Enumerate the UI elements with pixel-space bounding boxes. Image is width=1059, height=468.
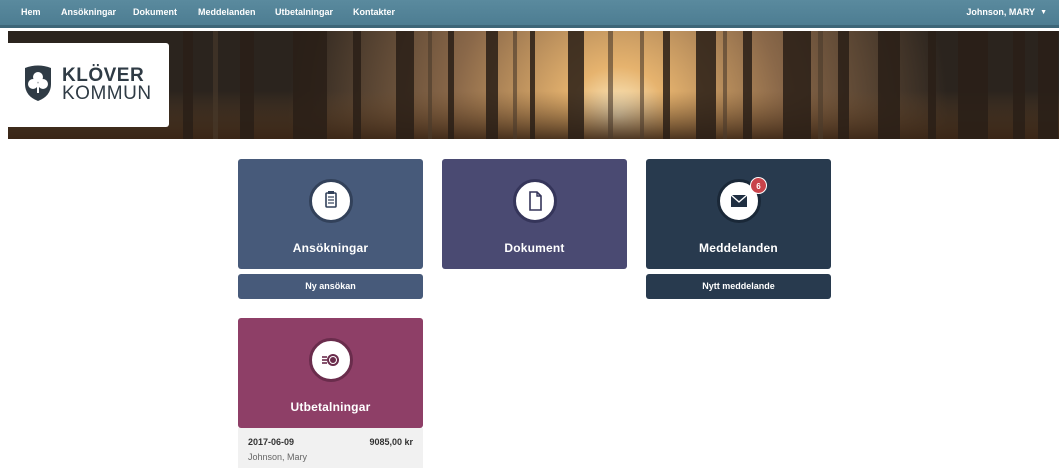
payment-recipient: Johnson, Mary [248, 452, 308, 462]
kommun-logo[interactable]: KLÖVER KOMMUN [8, 43, 169, 127]
unread-count-badge: 6 [750, 177, 767, 194]
caret-down-icon: ▼ [1040, 9, 1047, 16]
messages-tile[interactable]: 6 Meddelanden [646, 159, 831, 269]
new-message-button[interactable]: Nytt meddelande [646, 274, 831, 299]
documents-tile[interactable]: Dokument [442, 159, 627, 269]
logo-text-line2: KOMMUN [62, 83, 152, 104]
nav-item-utbetalningar[interactable]: Utbetalningar [275, 7, 333, 17]
top-navigation-bar: Hem Ansökningar Dokument Meddelanden Utb… [0, 0, 1059, 28]
nav-item-meddelanden[interactable]: Meddelanden [198, 7, 256, 17]
payment-amount: 9085,00 kr [369, 437, 413, 447]
nav-item-ansokningar[interactable]: Ansökningar [61, 7, 116, 17]
clover-shield-icon [25, 65, 51, 101]
payments-tile[interactable]: Utbetalningar [238, 318, 423, 428]
user-menu[interactable]: Johnson, MARY ▼ [966, 7, 1047, 17]
documents-tile-label: Dokument [504, 241, 565, 255]
latest-payment-row[interactable]: 2017-06-09 9085,00 kr Johnson, Mary [238, 428, 423, 468]
document-icon [513, 179, 557, 223]
new-application-button[interactable]: Ny ansökan [238, 274, 423, 299]
nav-item-kontakter[interactable]: Kontakter [353, 7, 395, 17]
nav-item-dokument[interactable]: Dokument [133, 7, 177, 17]
nav-item-hem[interactable]: Hem [21, 7, 41, 17]
clipboard-icon [309, 179, 353, 223]
messages-tile-label: Meddelanden [699, 241, 778, 255]
applications-tile-label: Ansökningar [292, 241, 369, 255]
applications-tile[interactable]: Ansökningar [238, 159, 423, 269]
payment-date: 2017-06-09 [248, 437, 295, 447]
coins-icon [309, 338, 353, 382]
user-name: Johnson, MARY [966, 7, 1036, 17]
payments-tile-label: Utbetalningar [290, 400, 371, 414]
